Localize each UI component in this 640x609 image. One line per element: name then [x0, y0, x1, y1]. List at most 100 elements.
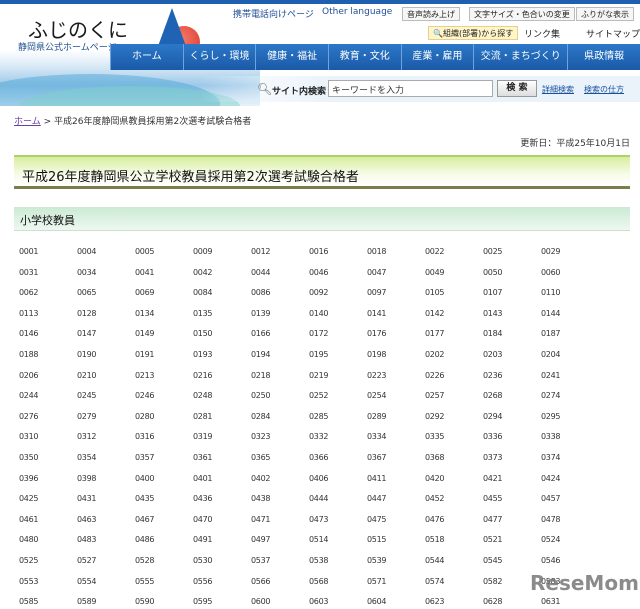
- passer-number: 0046: [309, 267, 329, 277]
- passer-number: 0001: [19, 247, 39, 256]
- passer-number: 0553: [19, 576, 39, 586]
- breadcrumb-separator: >: [43, 117, 52, 127]
- sitemap-link[interactable]: サイトマップ: [586, 27, 640, 40]
- passer-number: 0187: [541, 329, 561, 339]
- passer-number: 0336: [483, 432, 503, 442]
- passer-number: 0350: [19, 453, 39, 462]
- passer-number: 0334: [367, 432, 387, 442]
- passer-number: 0457: [541, 494, 561, 504]
- search-howto-link[interactable]: 検索の仕方: [584, 84, 624, 95]
- passer-number: 0421: [483, 473, 503, 483]
- passer-number: 0590: [135, 597, 155, 607]
- passer-number: 0463: [77, 514, 97, 524]
- nav-home[interactable]: ホーム: [110, 44, 183, 70]
- passer-number: 0292: [425, 411, 445, 421]
- passer-number: 0139: [251, 308, 271, 318]
- nav-community[interactable]: 交流・まちづくり: [473, 44, 567, 70]
- passer-number: 0042: [193, 267, 213, 277]
- passer-number: 0582: [483, 576, 503, 586]
- passer-number: 0029: [541, 247, 561, 256]
- passer-number: 0204: [541, 350, 561, 359]
- passer-number: 0294: [483, 411, 503, 421]
- passer-number: 0467: [135, 514, 155, 524]
- passer-number: 0041: [135, 267, 155, 277]
- passer-number: 0478: [541, 514, 561, 524]
- passer-number: 0097: [367, 288, 387, 298]
- passer-number: 0031: [19, 267, 39, 277]
- breadcrumb-current: 平成26年度静岡県教員採用第2次選考試験合格者: [54, 117, 252, 127]
- nav-health[interactable]: 健康・福祉: [255, 44, 328, 70]
- passer-number: 0603: [309, 597, 329, 607]
- passer-number: 0571: [367, 576, 387, 586]
- passer-number: 0128: [77, 308, 97, 318]
- passer-number: 0110: [541, 288, 561, 298]
- nav-education[interactable]: 教育・文化: [327, 44, 401, 70]
- advanced-search-link[interactable]: 詳細検索: [542, 84, 574, 95]
- passer-number: 0480: [19, 535, 39, 545]
- passer-number: 0497: [251, 535, 271, 545]
- passer-number: 0491: [193, 535, 213, 545]
- read-aloud-button[interactable]: 音声読み上げ: [402, 7, 460, 21]
- passer-number: 0193: [193, 350, 213, 359]
- passer-number: 0166: [251, 329, 271, 339]
- passer-number: 0401: [193, 473, 213, 483]
- nav-government[interactable]: 県政情報: [567, 44, 640, 70]
- passer-number: 0527: [77, 556, 97, 565]
- passer-number: 0461: [19, 514, 39, 524]
- passer-number: 0150: [193, 329, 213, 339]
- passer-number: 0365: [251, 453, 271, 462]
- passer-number: 0177: [425, 329, 445, 339]
- passer-number: 0198: [367, 350, 387, 359]
- org-search-button[interactable]: 🔍組織(部署)から探す: [428, 26, 519, 40]
- passer-number: 0143: [483, 308, 503, 318]
- passer-number: 0025: [483, 247, 503, 256]
- section-header: 小学校教員: [14, 207, 630, 231]
- passer-number: 0012: [251, 247, 271, 256]
- main-nav: ホーム くらし・環境 健康・福祉 教育・文化 産業・雇用 交流・まちづくり 県政…: [110, 44, 640, 70]
- passer-number: 0310: [19, 432, 39, 442]
- passer-number: 0400: [135, 473, 155, 483]
- passer-number: 0268: [483, 391, 503, 401]
- links-link[interactable]: リンク集: [524, 27, 560, 40]
- passer-number: 0604: [367, 597, 387, 607]
- search-button[interactable]: 検 索: [497, 80, 537, 97]
- passer-number: 0323: [251, 432, 271, 442]
- text-size-color-button[interactable]: 文字サイズ・色合いの変更: [469, 7, 575, 21]
- passer-number: 0092: [309, 288, 329, 298]
- passer-number: 0477: [483, 514, 503, 524]
- other-language-link[interactable]: Other language: [322, 7, 392, 17]
- breadcrumb-home[interactable]: ホーム: [14, 117, 41, 127]
- passer-number: 0595: [193, 597, 213, 607]
- passer-number: 0335: [425, 432, 445, 442]
- passer-number: 0528: [135, 556, 155, 565]
- logo-subtitle: 静岡県公式ホームページ: [18, 43, 117, 53]
- search-icon: 🔍︎: [257, 82, 273, 96]
- passer-number: 0332: [309, 432, 329, 442]
- passer-number: 0568: [309, 576, 329, 586]
- passer-number: 0514: [309, 535, 329, 545]
- section-title: 小学校教員: [20, 214, 75, 227]
- mobile-page-link[interactable]: 携帯電話向けページ: [233, 7, 314, 20]
- passer-number: 0140: [309, 308, 329, 318]
- passer-number: 0184: [483, 329, 503, 339]
- search-input[interactable]: キーワードを入力: [328, 80, 493, 97]
- search-icon: 🔍: [433, 29, 443, 38]
- passer-number: 0206: [19, 370, 39, 380]
- passer-number: 0537: [251, 556, 271, 565]
- passer-number: 0141: [367, 308, 387, 318]
- passer-number: 0065: [77, 288, 97, 298]
- passer-number: 0279: [77, 411, 97, 421]
- furigana-button[interactable]: ふりがな表示: [576, 7, 634, 21]
- passer-number: 0113: [19, 308, 39, 318]
- nav-industry[interactable]: 産業・雇用: [400, 44, 474, 70]
- passer-number: 0176: [367, 329, 387, 339]
- nav-living[interactable]: くらし・環境: [182, 44, 256, 70]
- passer-number: 0319: [193, 432, 213, 442]
- passer-number: 0524: [541, 535, 561, 545]
- passer-number: 0585: [19, 597, 39, 607]
- passer-number: 0188: [19, 350, 39, 359]
- passer-number: 0245: [77, 391, 97, 401]
- passer-number: 0194: [251, 350, 271, 359]
- passer-number: 0338: [541, 432, 561, 442]
- passer-number: 0250: [251, 391, 271, 401]
